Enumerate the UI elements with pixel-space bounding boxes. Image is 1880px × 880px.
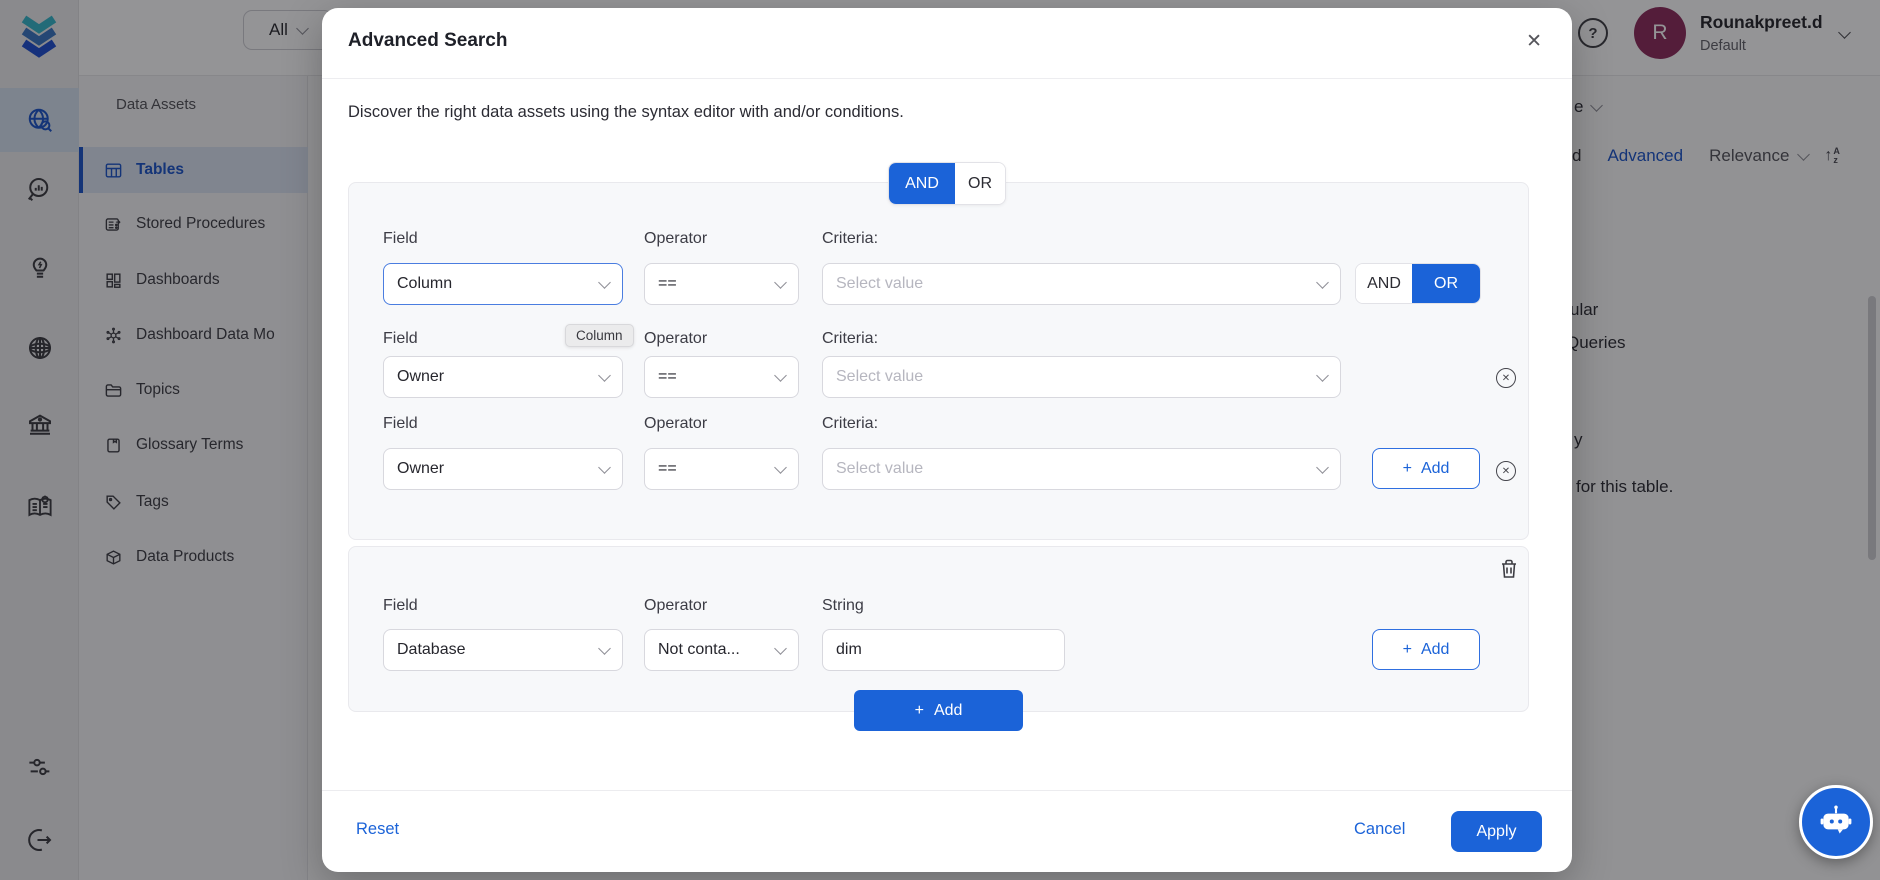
criteria-label: Criteria: bbox=[822, 415, 879, 432]
toggle-or-button[interactable]: OR bbox=[955, 163, 1005, 204]
criteria-label: Criteria: bbox=[822, 330, 879, 347]
condition-group-1: Field Operator Criteria: Column == Selec… bbox=[348, 182, 1529, 540]
field-label: Field bbox=[383, 230, 418, 247]
criteria-select[interactable]: Select value bbox=[822, 356, 1341, 398]
toggle-and-button[interactable]: AND bbox=[889, 163, 955, 204]
robot-icon bbox=[1815, 801, 1857, 843]
remove-condition-icon[interactable]: ✕ bbox=[1496, 368, 1516, 388]
operator-label: Operator bbox=[644, 415, 708, 432]
field-select[interactable]: Column bbox=[383, 263, 623, 305]
operator-label: Operator bbox=[644, 330, 708, 347]
criteria-select[interactable]: Select value bbox=[822, 263, 1341, 305]
plus-icon: + bbox=[1402, 640, 1412, 658]
operator-select[interactable]: == bbox=[644, 263, 799, 305]
chevron-down-icon bbox=[774, 369, 787, 382]
advanced-search-modal: Advanced Search ✕ Discover the right dat… bbox=[322, 8, 1572, 872]
remove-condition-icon[interactable]: ✕ bbox=[1496, 461, 1516, 481]
apply-button[interactable]: Apply bbox=[1451, 811, 1542, 852]
delete-group-icon[interactable] bbox=[1497, 557, 1521, 581]
plus-icon: + bbox=[914, 701, 924, 719]
field-tooltip: Column bbox=[565, 324, 634, 347]
field-label: Field bbox=[383, 415, 418, 432]
reset-link[interactable]: Reset bbox=[356, 820, 399, 839]
string-input[interactable] bbox=[822, 629, 1065, 671]
chevron-down-icon bbox=[774, 461, 787, 474]
field-label: Field bbox=[383, 330, 418, 347]
add-group-button[interactable]: + Add bbox=[854, 690, 1023, 731]
modal-subtitle: Discover the right data assets using the… bbox=[348, 103, 904, 121]
operator-label: Operator bbox=[644, 230, 708, 247]
operator-select[interactable]: == bbox=[644, 448, 799, 490]
field-select[interactable]: Database bbox=[383, 629, 623, 671]
chevron-down-icon bbox=[598, 276, 611, 289]
criteria-label: Criteria: bbox=[822, 230, 879, 247]
condition-group-2: Field Operator String Database Not conta… bbox=[348, 546, 1529, 712]
cancel-link[interactable]: Cancel bbox=[1354, 820, 1405, 839]
joiner-or-button[interactable]: OR bbox=[1412, 264, 1480, 303]
chevron-down-icon bbox=[598, 461, 611, 474]
group-logic-toggle: AND OR bbox=[888, 162, 1006, 205]
row-logic-toggle: AND OR bbox=[1355, 263, 1481, 304]
header-divider bbox=[322, 78, 1572, 79]
chatbot-button[interactable] bbox=[1799, 785, 1873, 859]
criteria-select[interactable]: Select value bbox=[822, 448, 1341, 490]
field-select[interactable]: Owner bbox=[383, 356, 623, 398]
chevron-down-icon bbox=[774, 276, 787, 289]
close-icon[interactable]: ✕ bbox=[1526, 30, 1542, 53]
operator-select[interactable]: Not conta... bbox=[644, 629, 799, 671]
chevron-down-icon bbox=[1316, 369, 1329, 382]
modal-title: Advanced Search bbox=[348, 30, 508, 51]
add-condition-button[interactable]: + Add bbox=[1372, 629, 1480, 670]
chevron-down-icon bbox=[1316, 461, 1329, 474]
chevron-down-icon bbox=[598, 642, 611, 655]
app-root: Data Assets Tables Stored Procedures Das… bbox=[0, 0, 1880, 880]
chevron-down-icon bbox=[774, 642, 787, 655]
operator-select[interactable]: == bbox=[644, 356, 799, 398]
plus-icon: + bbox=[1402, 459, 1412, 477]
field-label: Field bbox=[383, 597, 418, 614]
field-select[interactable]: Owner bbox=[383, 448, 623, 490]
chevron-down-icon bbox=[1316, 276, 1329, 289]
add-condition-button[interactable]: + Add bbox=[1372, 448, 1480, 489]
joiner-and-button[interactable]: AND bbox=[1356, 264, 1412, 303]
chevron-down-icon bbox=[598, 369, 611, 382]
operator-label: Operator bbox=[644, 597, 708, 614]
string-label: String bbox=[822, 597, 864, 614]
